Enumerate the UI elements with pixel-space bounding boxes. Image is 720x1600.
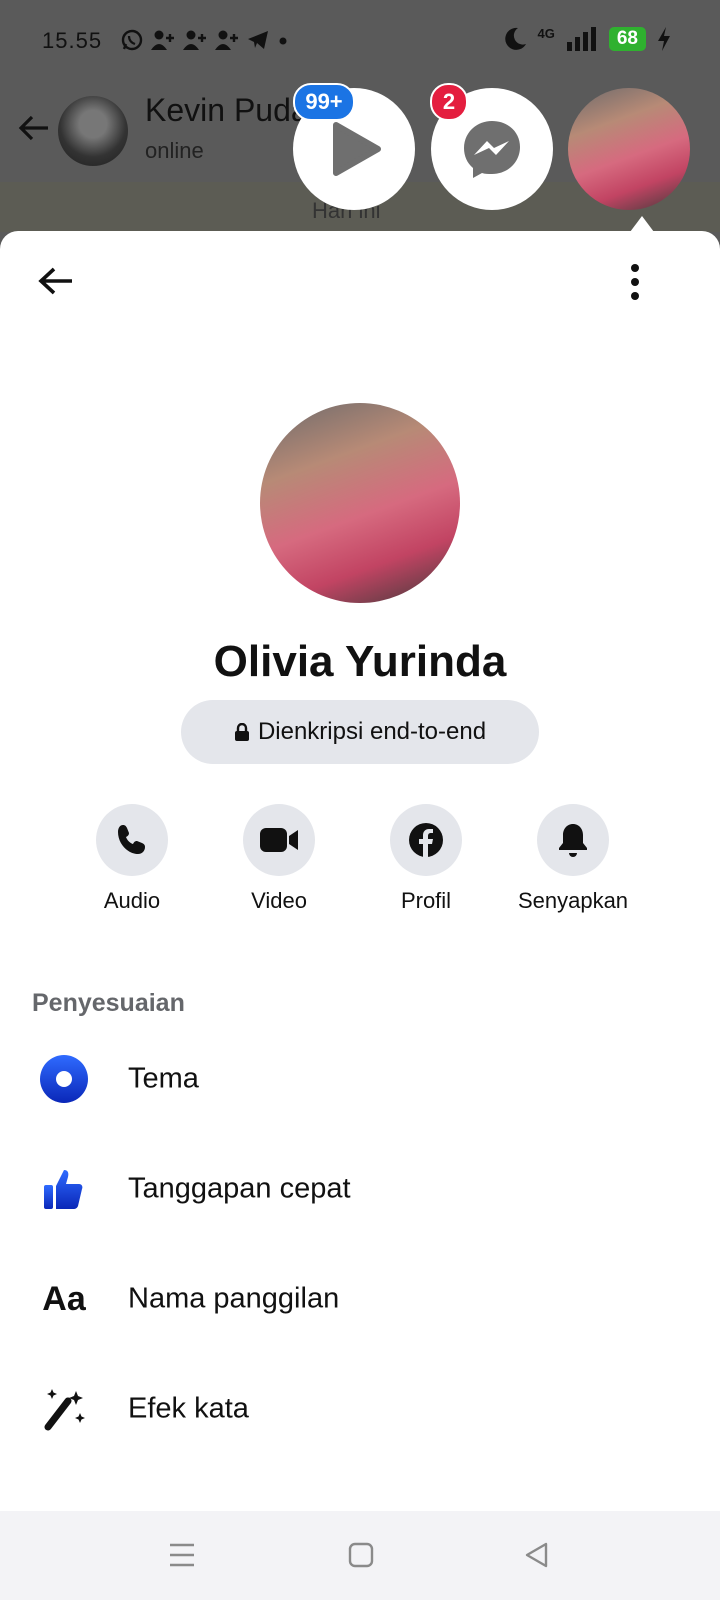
back-triangle-icon xyxy=(525,1542,548,1568)
status-bar: 15.55 4G 68 xyxy=(0,0,720,82)
system-navigation-bar xyxy=(0,1511,720,1600)
video-call-action[interactable]: Video xyxy=(204,804,354,914)
chat-head-pointer xyxy=(630,216,654,232)
signal-icon xyxy=(566,27,596,51)
contact-status: online xyxy=(145,138,204,163)
lock-icon xyxy=(234,723,249,741)
action-label: Audio xyxy=(103,888,161,913)
menu-label: Nama panggilan xyxy=(128,1282,340,1315)
person-add-icon xyxy=(215,30,238,50)
phone-icon xyxy=(118,825,145,854)
encryption-badge[interactable]: Dienkripsi end-to-end xyxy=(181,700,539,764)
more-options-button[interactable] xyxy=(628,263,642,308)
battery-icon: 68 xyxy=(608,27,646,51)
more-vertical-icon xyxy=(631,264,639,300)
nickname-aa-icon: Aa xyxy=(42,1279,86,1318)
whatsapp-icon xyxy=(121,29,143,51)
home-button[interactable] xyxy=(348,1541,374,1574)
contact-avatar[interactable] xyxy=(58,96,128,166)
mute-action[interactable]: Senyapkan xyxy=(498,804,648,914)
back-button-system[interactable] xyxy=(524,1541,550,1574)
encryption-label: Dienkripsi end-to-end xyxy=(257,718,487,745)
back-arrow-icon[interactable] xyxy=(16,110,52,153)
menu-label: Efek kata xyxy=(128,1392,249,1425)
action-label: Senyapkan xyxy=(517,888,629,913)
profile-name: Olivia Yurinda xyxy=(213,637,507,686)
back-arrow-icon xyxy=(38,267,72,295)
bell-icon xyxy=(559,824,587,857)
menu-label: Tanggapan cepat xyxy=(128,1172,351,1205)
profile-photo[interactable] xyxy=(260,403,460,603)
person-add-icon xyxy=(183,30,206,50)
recents-button[interactable] xyxy=(168,1541,196,1574)
notification-icons xyxy=(120,28,290,52)
charging-bolt-icon xyxy=(658,27,670,51)
back-button[interactable] xyxy=(36,261,76,306)
menu-lines-icon xyxy=(170,1543,194,1567)
theme-icon xyxy=(40,1055,88,1103)
menu-item-theme[interactable]: Tema xyxy=(0,1029,720,1129)
person-add-icon xyxy=(151,30,174,50)
menu-item-word-effects[interactable]: Efek kata xyxy=(0,1359,720,1459)
home-square-icon xyxy=(348,1542,374,1568)
video-unread-badge: 99+ xyxy=(293,83,355,121)
moon-icon xyxy=(504,27,526,50)
video-camera-icon xyxy=(260,828,298,852)
menu-label: Tema xyxy=(128,1062,199,1095)
conversation-info-sheet: Olivia Yurinda Dienkripsi end-to-end Aud… xyxy=(0,231,720,1511)
messenger-unread-badge: 2 xyxy=(430,83,468,121)
action-label: Profil xyxy=(400,888,452,913)
telegram-icon xyxy=(248,31,268,49)
play-icon xyxy=(333,122,381,176)
network-type-icon: 4G xyxy=(537,25,555,41)
menu-item-nicknames[interactable]: Aa Nama panggilan xyxy=(0,1249,720,1349)
profile-action[interactable]: Profil xyxy=(351,804,501,914)
status-time: 15.55 xyxy=(42,28,103,53)
action-label: Video xyxy=(251,888,307,913)
more-notifications-dot-icon xyxy=(279,37,287,45)
contact-chat-head[interactable] xyxy=(568,88,690,210)
audio-call-action[interactable]: Audio xyxy=(57,804,207,914)
thumbs-up-icon xyxy=(44,1170,83,1209)
customization-section-title: Penyesuaian xyxy=(32,989,185,1017)
magic-wand-icon xyxy=(44,1389,85,1431)
menu-item-quick-reaction[interactable]: Tanggapan cepat xyxy=(0,1139,720,1239)
facebook-icon xyxy=(409,823,443,857)
system-icons: 4G 68 xyxy=(502,26,672,52)
messenger-icon xyxy=(464,121,520,178)
